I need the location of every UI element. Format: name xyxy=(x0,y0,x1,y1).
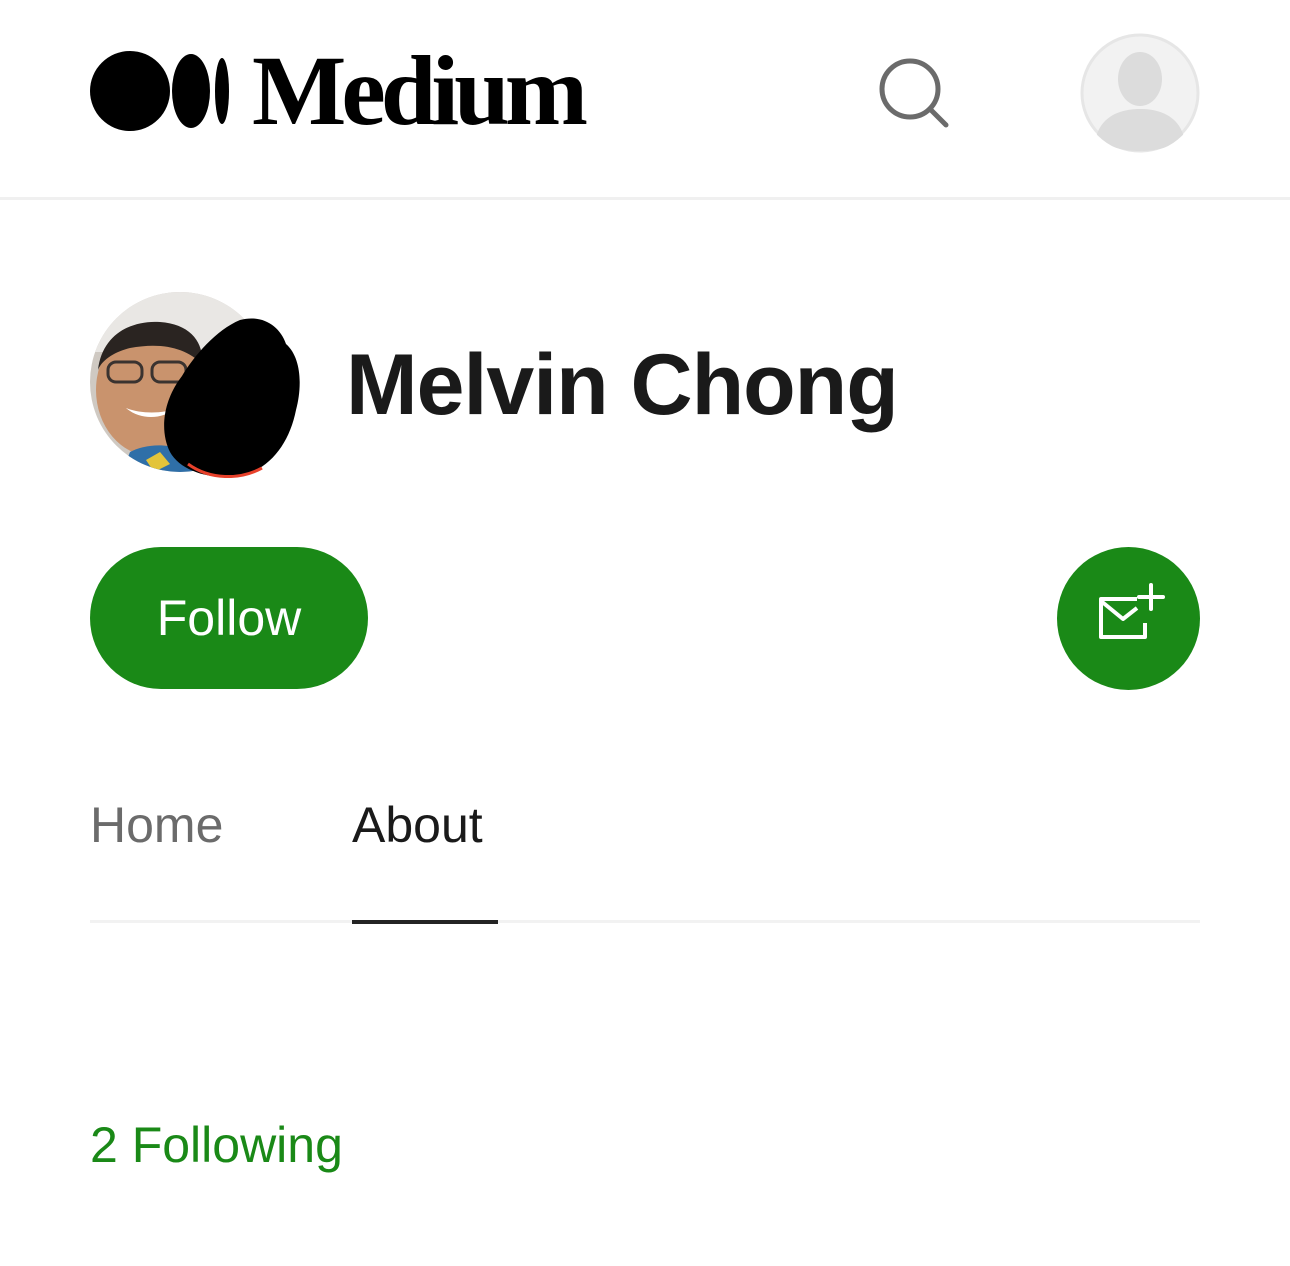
profile-name: Melvin Chong xyxy=(346,337,899,433)
following-count-link[interactable]: 2 Following xyxy=(90,1112,343,1178)
subscribe-button[interactable] xyxy=(1057,547,1200,690)
tabs-divider xyxy=(90,920,1200,923)
tab-about[interactable]: About xyxy=(352,790,483,926)
medium-logo[interactable]: Medium xyxy=(90,41,588,141)
search-icon xyxy=(879,58,949,128)
follow-button[interactable]: Follow xyxy=(90,547,368,689)
default-user-avatar-icon xyxy=(1080,33,1200,153)
profile-photo-image xyxy=(90,292,300,478)
medium-logo-icon xyxy=(90,51,229,131)
top-bar: Medium xyxy=(0,0,1290,200)
profile-photo[interactable] xyxy=(90,292,300,478)
active-tab-indicator xyxy=(352,920,498,924)
mail-plus-icon xyxy=(1098,582,1165,639)
profile-page: Medium Melvin Chong Follow Home About 2 … xyxy=(0,0,1290,1266)
brand-name: Medium xyxy=(252,35,588,146)
user-avatar[interactable] xyxy=(1080,33,1200,153)
search-button[interactable] xyxy=(874,56,954,136)
tab-home[interactable]: Home xyxy=(90,790,223,926)
